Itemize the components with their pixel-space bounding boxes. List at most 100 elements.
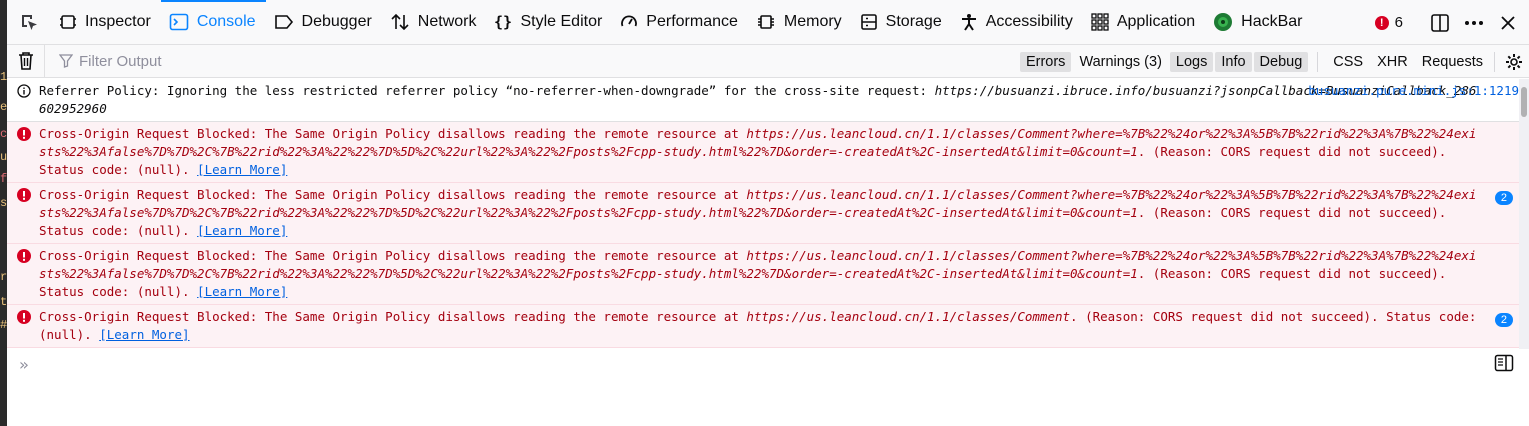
console-settings-button[interactable] [1499,45,1529,78]
message-body: Cross-Origin Request Blocked: The Same O… [39,126,1476,177]
console-filter-bar: Filter Output Errors Warnings (3) Logs I… [7,44,1529,78]
learn-more-link[interactable]: [Learn More] [99,327,189,342]
accessibility-icon [960,13,986,31]
message-source-link[interactable]: busuanzi.pure.mini.js:1:1219 [1308,82,1519,100]
message-url[interactable]: https://us.leancloud.cn/1.1/classes/Comm… [746,309,1070,324]
error-icon [17,188,31,207]
console-error-message[interactable]: Cross-Origin Request Blocked: The Same O… [7,244,1519,305]
network-icon [390,13,418,31]
console-scrollbar[interactable] [1519,79,1529,349]
tab-storage[interactable]: Storage [852,0,952,45]
message-text: Cross-Origin Request Blocked: The Same O… [39,248,747,263]
message-body: Referrer Policy: Ignoring the less restr… [39,83,1476,116]
console-input[interactable]: » [7,349,1519,379]
console-output: Referrer Policy: Ignoring the less restr… [7,79,1519,348]
message-body: Cross-Origin Request Blocked: The Same O… [39,248,1476,299]
filter-css-button[interactable]: CSS [1327,52,1369,72]
tab-label: HackBar [1241,13,1303,30]
dock-toggle-button[interactable] [1423,6,1457,40]
tab-label: Application [1116,13,1196,30]
memory-icon [756,13,784,31]
editor-gutter: 1 e c u f s r t # [0,0,7,426]
funnel-icon [59,54,73,68]
filter-buttons: Errors Warnings (3) Logs Info Debug CSS … [1019,45,1529,78]
tab-console[interactable]: Console [160,0,266,45]
debugger-icon [274,14,302,30]
application-icon [1091,13,1117,31]
filter-output-input[interactable]: Filter Output [45,45,365,78]
filter-separator [1494,51,1495,72]
console-error-message[interactable]: Cross-Origin Request Blocked: The Same O… [7,183,1519,244]
performance-icon [620,13,646,31]
tab-label: Performance [646,13,738,30]
filter-logs-button[interactable]: Logs [1169,51,1214,72]
message-text: Cross-Origin Request Blocked: The Same O… [39,309,747,324]
sidebar-icon [1494,354,1514,372]
filter-errors-button[interactable]: Errors [1019,51,1072,72]
filter-requests-button[interactable]: Requests [1416,52,1489,72]
filter-separator [1317,51,1319,72]
error-icon: ! [1374,15,1389,30]
error-count: 6 [1394,14,1403,31]
repeat-count-badge: 2 [1494,313,1513,327]
learn-more-link[interactable]: [Learn More] [197,284,287,299]
hackbar-icon [1213,12,1241,32]
tab-style-editor[interactable]: {} Style Editor [486,0,612,45]
tab-inspector[interactable]: Inspector [51,0,161,45]
inspector-icon [59,13,85,31]
clear-console-button[interactable] [7,44,45,78]
tab-network[interactable]: Network [382,0,487,45]
console-log-message[interactable]: Referrer Policy: Ignoring the less restr… [7,79,1519,122]
error-icon [17,249,31,268]
tab-memory[interactable]: Memory [748,0,852,45]
scrollbar-thumb[interactable] [1521,87,1527,117]
error-icon [17,127,31,146]
tab-label: Memory [783,13,842,30]
sidebar-toggle-button[interactable] [1493,352,1515,374]
filter-info-button[interactable]: Info [1215,51,1252,72]
close-devtools-button[interactable] [1491,6,1525,40]
close-icon [1501,15,1515,30]
message-text: Referrer Policy: Ignoring the less restr… [39,83,935,98]
trash-icon [18,52,33,70]
console-icon [169,13,197,31]
tab-label: Storage [885,13,942,30]
style-editor-icon: {} [494,13,520,31]
tab-debugger[interactable]: Debugger [266,0,382,45]
tab-label: Style Editor [520,13,603,30]
tab-label: Console [196,13,256,30]
filter-warnings-button[interactable]: Warnings (3) [1073,52,1167,72]
gear-icon [1506,53,1522,70]
filter-debug-button[interactable]: Debug [1253,51,1309,72]
error-icon [17,310,31,329]
more-options-button[interactable] [1457,6,1491,40]
element-picker-button[interactable] [15,8,43,36]
console-error-message[interactable]: Cross-Origin Request Blocked: The Same O… [7,305,1519,348]
learn-more-link[interactable]: [Learn More] [197,162,287,177]
tab-label: Debugger [301,13,372,30]
ellipsis-icon [1465,20,1483,25]
tab-label: Network [417,13,477,30]
info-icon [17,84,31,103]
error-count-badge[interactable]: ! 6 [1374,14,1403,31]
message-body: Cross-Origin Request Blocked: The Same O… [39,187,1476,238]
filter-xhr-button[interactable]: XHR [1371,52,1414,72]
svg-text:{}: {} [494,13,512,31]
tab-label: Accessibility [985,13,1073,30]
devtools-toolbar: Inspector Console Debugger Network {} Style E… [7,0,1529,45]
message-text: Cross-Origin Request Blocked: The Same O… [39,187,747,202]
tab-label: Inspector [85,13,151,30]
console-error-message[interactable]: Cross-Origin Request Blocked: The Same O… [7,122,1519,183]
prompt-chevron: » [19,354,29,374]
learn-more-link[interactable]: [Learn More] [197,223,287,238]
tab-performance[interactable]: Performance [612,0,748,45]
tab-hackbar[interactable]: HackBar [1205,0,1312,45]
filter-placeholder: Filter Output [79,52,162,70]
element-picker-icon [22,15,37,30]
dock-side-icon [1431,13,1449,32]
message-text: Cross-Origin Request Blocked: The Same O… [39,126,747,141]
tab-application[interactable]: Application [1083,0,1205,45]
tab-accessibility[interactable]: Accessibility [952,0,1083,45]
repeat-count-badge: 2 [1494,191,1513,205]
message-body: Cross-Origin Request Blocked: The Same O… [39,309,1476,342]
